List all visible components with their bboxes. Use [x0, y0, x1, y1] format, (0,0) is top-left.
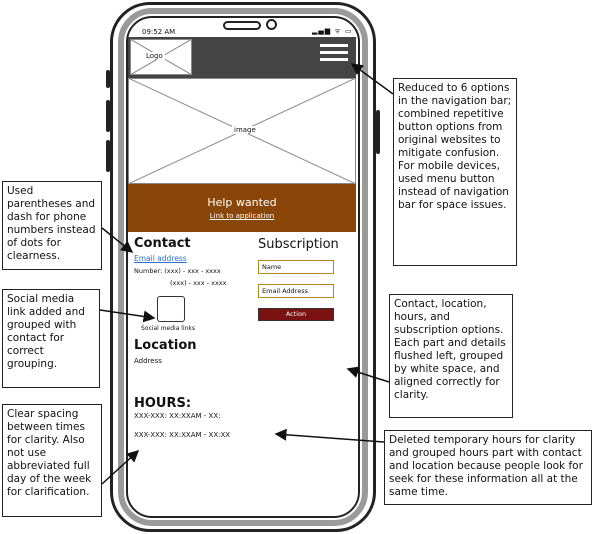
arrow-social — [99, 309, 156, 323]
arrow-phone-format — [101, 227, 134, 253]
arrow-hours-spacing — [101, 449, 140, 485]
arrow-navigation — [350, 63, 394, 95]
arrow-hours-grouping — [274, 428, 385, 443]
annotation-arrows — [99, 63, 394, 485]
arrow-layout — [346, 366, 390, 383]
